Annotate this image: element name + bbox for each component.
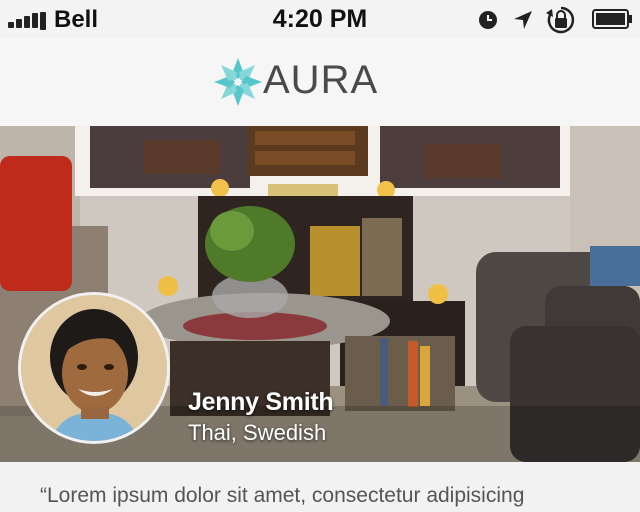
profile-quote: “Lorem ipsum dolor sit amet, consectetur… xyxy=(40,484,525,507)
location-arrow-icon xyxy=(514,11,532,29)
clock-icon xyxy=(479,11,497,29)
battery-icon xyxy=(592,9,632,29)
profile-name: Jenny Smith xyxy=(188,388,334,416)
profile-cuisines: Thai, Swedish xyxy=(188,420,327,445)
avatar[interactable] xyxy=(18,292,170,444)
app-header: AURA xyxy=(0,38,640,127)
rotation-lock-icon xyxy=(546,6,575,34)
status-bar: Bell 4:20 PM xyxy=(0,0,640,38)
flower-icon xyxy=(214,58,262,106)
profile-photo xyxy=(21,295,167,441)
brand-logo[interactable]: AURA xyxy=(263,58,378,103)
